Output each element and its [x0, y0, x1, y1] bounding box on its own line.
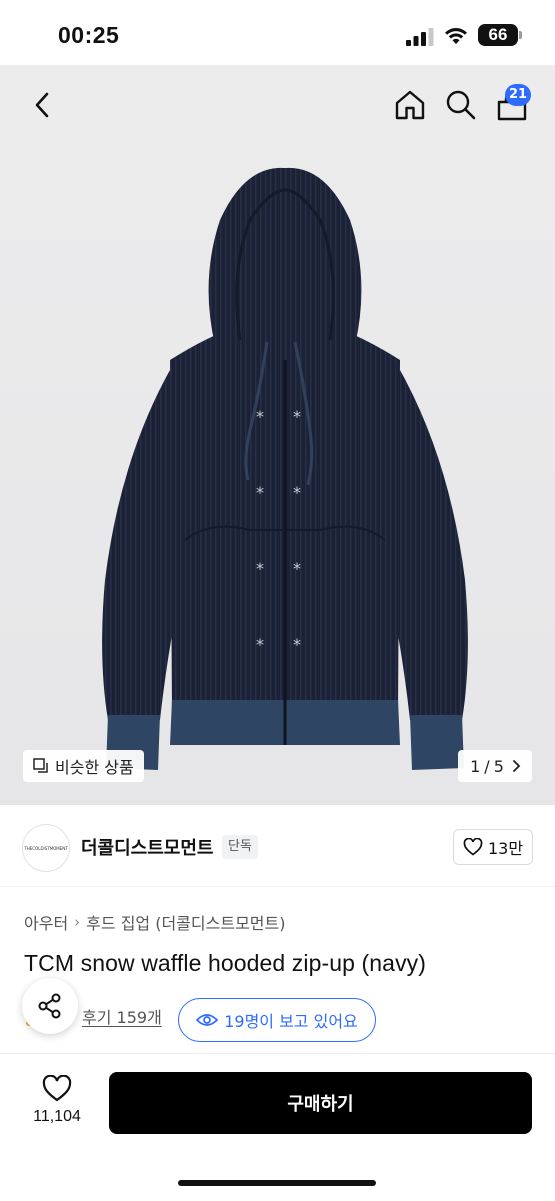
battery-indicator: 66: [478, 24, 518, 46]
svg-text:*: *: [256, 407, 264, 426]
breadcrumb-category[interactable]: 아우터: [24, 910, 68, 934]
product-title: TCM snow waffle hooded zip-up (navy): [24, 950, 427, 976]
share-icon: [38, 993, 61, 1019]
heart-icon: [42, 1074, 72, 1102]
eye-icon: [196, 1014, 219, 1026]
chevron-right-icon: [512, 760, 521, 772]
wishlist-count: 11,104: [33, 1108, 81, 1125]
buy-button[interactable]: 구매하기: [109, 1072, 532, 1134]
search-icon[interactable]: [444, 88, 478, 122]
svg-text:*: *: [256, 483, 264, 502]
brand-logo[interactable]: THECOLDISTMOMENT: [22, 824, 70, 872]
breadcrumb-chevron-icon: ›: [74, 913, 81, 931]
brand-like-button[interactable]: 13만: [453, 829, 533, 865]
heart-icon: [463, 838, 483, 856]
svg-text:*: *: [293, 635, 301, 654]
product-photo-hoodie: * * * * * * * *: [102, 167, 468, 770]
divider: [0, 886, 555, 887]
battery-tip: [519, 31, 522, 39]
viewers-text: 19명이 보고 있어요: [224, 1012, 358, 1031]
status-time: 00:25: [58, 22, 120, 48]
similar-products-button[interactable]: 비슷한 상품: [23, 750, 144, 782]
exclusive-tag: 단독: [222, 835, 258, 859]
back-icon[interactable]: [26, 88, 60, 122]
svg-text:*: *: [293, 559, 301, 578]
brand-name[interactable]: 더콜디스트모먼트: [81, 834, 213, 860]
wifi-icon: [445, 28, 467, 44]
breadcrumb-subcategory[interactable]: 후드 집업 (더콜디스트모먼트): [86, 910, 285, 934]
svg-text:*: *: [293, 407, 301, 426]
pager-current: 1: [470, 756, 481, 776]
brand-like-count: 13만: [487, 839, 524, 858]
pager-separator: /: [484, 756, 490, 776]
home-icon[interactable]: [393, 88, 427, 122]
similar-products-label: 비슷한 상품: [55, 758, 134, 777]
copy-icon: [33, 758, 48, 773]
svg-text:*: *: [256, 559, 264, 578]
svg-text:*: *: [256, 635, 264, 654]
reviews-link[interactable]: 후기 159개: [82, 1004, 162, 1028]
cart-count-badge: 21: [505, 84, 531, 106]
cellular-signal-icon: [406, 28, 434, 46]
wishlist-button[interactable]: [26, 1074, 88, 1135]
brand-logo-text: THECOLDISTMOMENT: [24, 845, 68, 851]
breadcrumb: 아우터 › 후드 집업 (더콜디스트모먼트): [24, 910, 285, 934]
pager-total: 5: [493, 756, 504, 776]
image-pager[interactable]: 1 / 5: [458, 750, 532, 782]
svg-text:*: *: [293, 483, 301, 502]
viewers-badge: 19명이 보고 있어요: [178, 998, 376, 1042]
share-button[interactable]: [22, 978, 78, 1034]
home-indicator: [178, 1180, 376, 1186]
